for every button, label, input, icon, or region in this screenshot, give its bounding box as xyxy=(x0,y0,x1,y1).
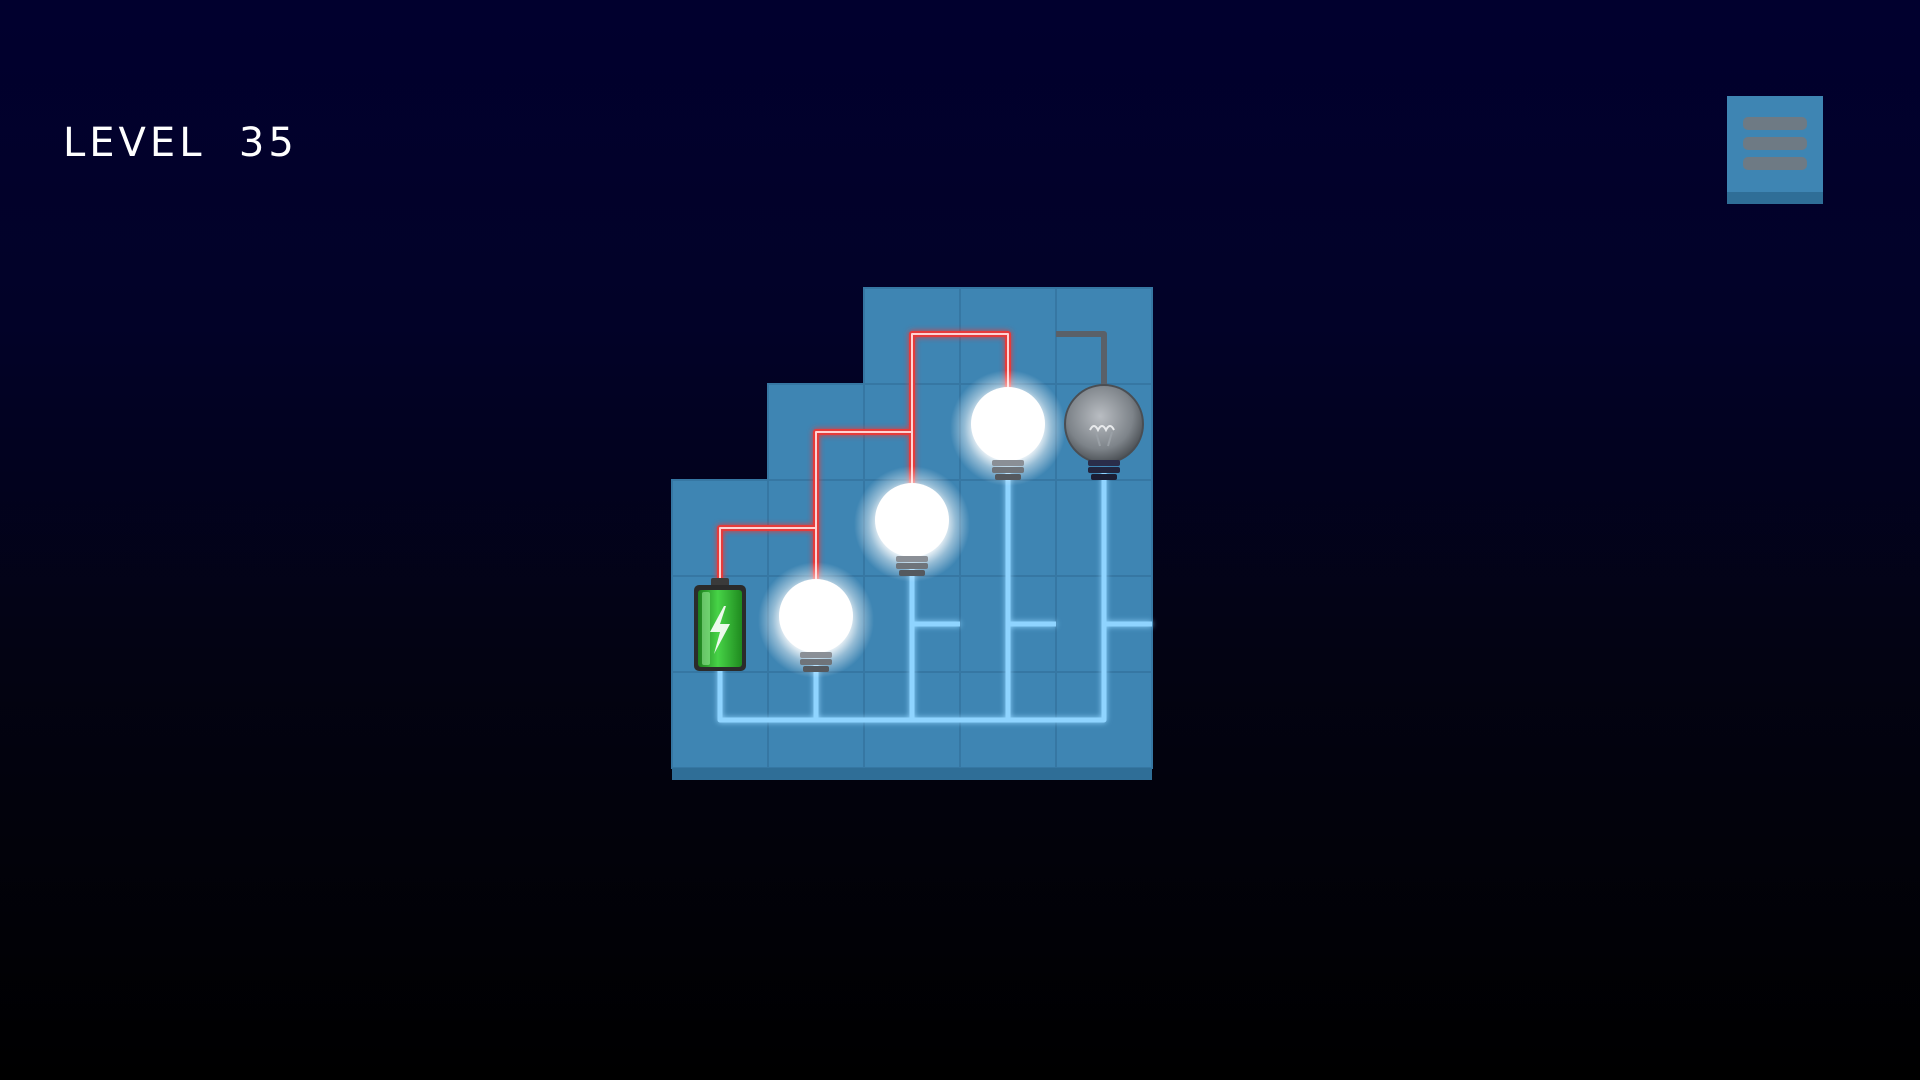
board-bottom-edge xyxy=(672,768,1152,780)
game-board xyxy=(671,287,1153,780)
bulb-lit[interactable] xyxy=(758,562,874,678)
bulb-lit[interactable] xyxy=(950,370,1066,486)
bulb-lit[interactable] xyxy=(854,466,970,582)
battery-icon[interactable] xyxy=(694,578,746,671)
